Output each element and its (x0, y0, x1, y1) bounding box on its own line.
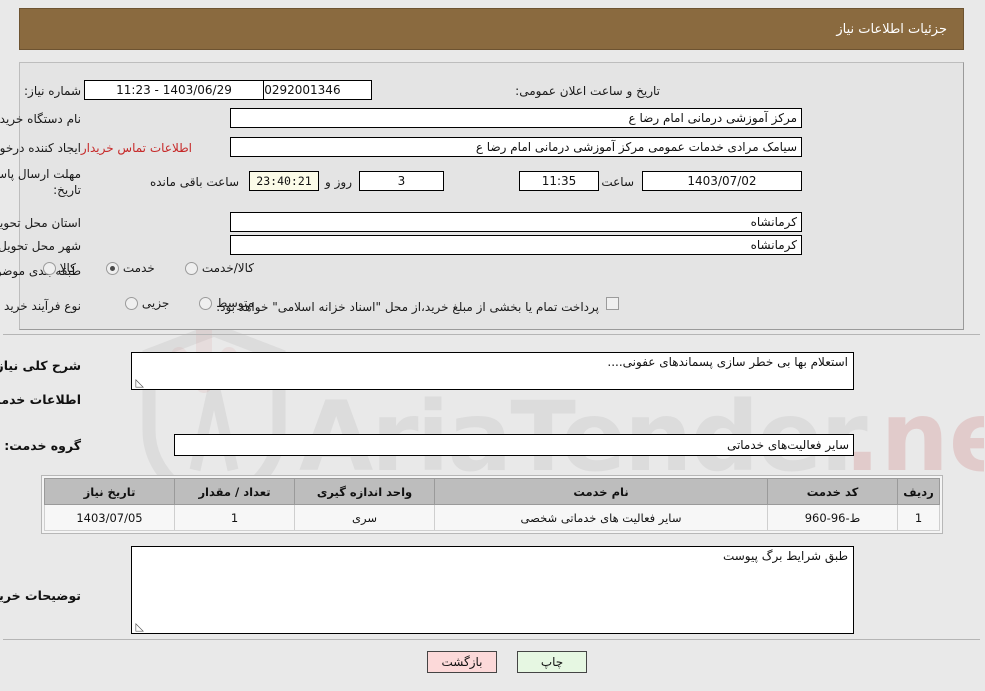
footer-divider (4, 639, 981, 640)
service-group-label: گروه خدمت: (5, 438, 82, 453)
delivery-city-value: کرمانشاه (231, 235, 803, 255)
buyer-org-value: مرکز آموزشی درمانی امام رضا ع (231, 108, 803, 128)
services-section-heading: اطلاعات خدمات مورد نیاز (0, 392, 82, 407)
radio-icon[interactable] (125, 296, 139, 310)
back-button[interactable]: بازگشت (428, 651, 498, 673)
resize-grip-icon-2[interactable]: ◺ (135, 621, 145, 632)
subject-category-option-label: کالا (60, 261, 77, 275)
buyer-contact-link[interactable]: اطلاعات تماس خریدار (82, 141, 193, 155)
page-header: جزئیات اطلاعات نیاز (20, 8, 965, 50)
page-root: AriaTender .net جزئیات اطلاعات نیاز شمار… (0, 0, 985, 691)
deadline-label-line1: مهلت ارسال پاسخ: تا (0, 167, 82, 181)
need-description-textarea[interactable]: استعلام بها بی خطر سازی پسماندهای عفونی.… (132, 352, 855, 390)
days-label: روز و (326, 175, 353, 189)
table-col-header: تاریخ نیاز (45, 478, 176, 505)
subject-category-option-label: کالا/خدمت (202, 261, 255, 275)
table-header-row: ردیف کد خدمت نام خدمت واحد اندازه گیری تعداد… (45, 478, 941, 505)
need-number-label: شماره نیاز: (25, 84, 82, 98)
need-description-value: استعلام بها بی خطر سازی پسماندهای عفونی.… (608, 355, 849, 369)
table-col-header: کد خدمت (768, 478, 899, 505)
delivery-province-value: کرمانشاه (231, 212, 803, 232)
buyer-org-label: نام دستگاه خریدار: (0, 112, 82, 126)
need-description-label: شرح کلی نیاز: (0, 358, 82, 373)
purchase-process-option-label: جزیی (142, 296, 171, 310)
services-table: ردیف کد خدمت نام خدمت واحد اندازه گیری تعداد… (45, 478, 941, 531)
subject-category-option-label: خدمت (123, 261, 156, 275)
treasury-bond-checkbox[interactable] (607, 297, 620, 310)
deadline-date-value: 1403/07/02 (643, 171, 803, 191)
service-group-value: سایر فعالیت‌های خدماتی (175, 434, 855, 456)
buyer-notes-textarea[interactable]: طبق شرایط برگ پیوست ◺ (132, 546, 855, 634)
delivery-city-label: شهر محل تحویل: (0, 239, 82, 253)
countdown-timer: 23:40:21 (250, 171, 320, 191)
announcement-datetime-value: 1403/06/29 - 11:23 (85, 80, 265, 100)
services-table-wrapper: ردیف کد خدمت نام خدمت واحد اندازه گیری تعداد… (42, 475, 944, 534)
table-cell: 1 (175, 504, 296, 531)
top-info-panel (20, 62, 965, 330)
table-cell: 1403/07/05 (45, 504, 176, 531)
table-col-header: نام خدمت (435, 478, 769, 505)
request-creator-label: ایجاد کننده درخواست: (0, 141, 82, 155)
subject-category-option-0[interactable]: کالا (43, 261, 77, 275)
table-cell: سایر فعالیت های خدماتی شخصی (435, 504, 769, 531)
buyer-notes-label: توضیحات خریدار: (0, 588, 82, 603)
hour-label: ساعت (602, 175, 635, 189)
table-col-header: واحد اندازه گیری (295, 478, 436, 505)
subject-category-radio-group[interactable]: کالا خدمت کالا/خدمت (18, 261, 255, 275)
table-row[interactable]: 1 ط-96-960 سایر فعالیت های خدماتی شخصی سری 1… (45, 504, 941, 531)
radio-icon[interactable] (106, 261, 120, 275)
remaining-hours-label: ساعت باقی مانده (150, 175, 240, 189)
print-button[interactable]: چاپ (518, 651, 588, 673)
deadline-time-value: 11:35 (520, 171, 600, 191)
table-cell: سری (295, 504, 436, 531)
table-cell: 1 (898, 504, 941, 531)
delivery-province-label: استان محل تحویل: (0, 216, 82, 230)
buyer-notes-value: طبق شرایط برگ پیوست (723, 549, 849, 563)
resize-grip-icon[interactable]: ◺ (135, 377, 145, 388)
request-creator-value: سیامک مرادی خدمات عمومی مرکز آموزشی درما… (231, 137, 803, 157)
table-col-header: ردیف (898, 478, 941, 505)
announcement-datetime-label: تاریخ و ساعت اعلان عمومی: (516, 84, 661, 98)
treasury-bond-note: پرداخت تمام یا بخشی از مبلغ خرید،از محل … (217, 300, 600, 314)
radio-icon[interactable] (200, 296, 214, 310)
remaining-days-value: 3 (360, 171, 445, 191)
purchase-process-option-0[interactable]: جزیی (125, 296, 171, 310)
deadline-label-line2: تاریخ: (54, 183, 82, 197)
table-body: 1 ط-96-960 سایر فعالیت های خدماتی شخصی سری 1… (45, 504, 941, 531)
radio-icon[interactable] (43, 261, 57, 275)
subject-category-option-1[interactable]: خدمت (106, 261, 156, 275)
subject-category-option-2[interactable]: کالا/خدمت (185, 261, 255, 275)
table-cell: ط-96-960 (768, 504, 899, 531)
table-col-header: تعداد / مقدار (175, 478, 296, 505)
purchase-process-label: نوع فرآیند خرید : (0, 299, 82, 313)
radio-icon[interactable] (185, 261, 199, 275)
page-title: جزئیات اطلاعات نیاز (837, 21, 948, 37)
